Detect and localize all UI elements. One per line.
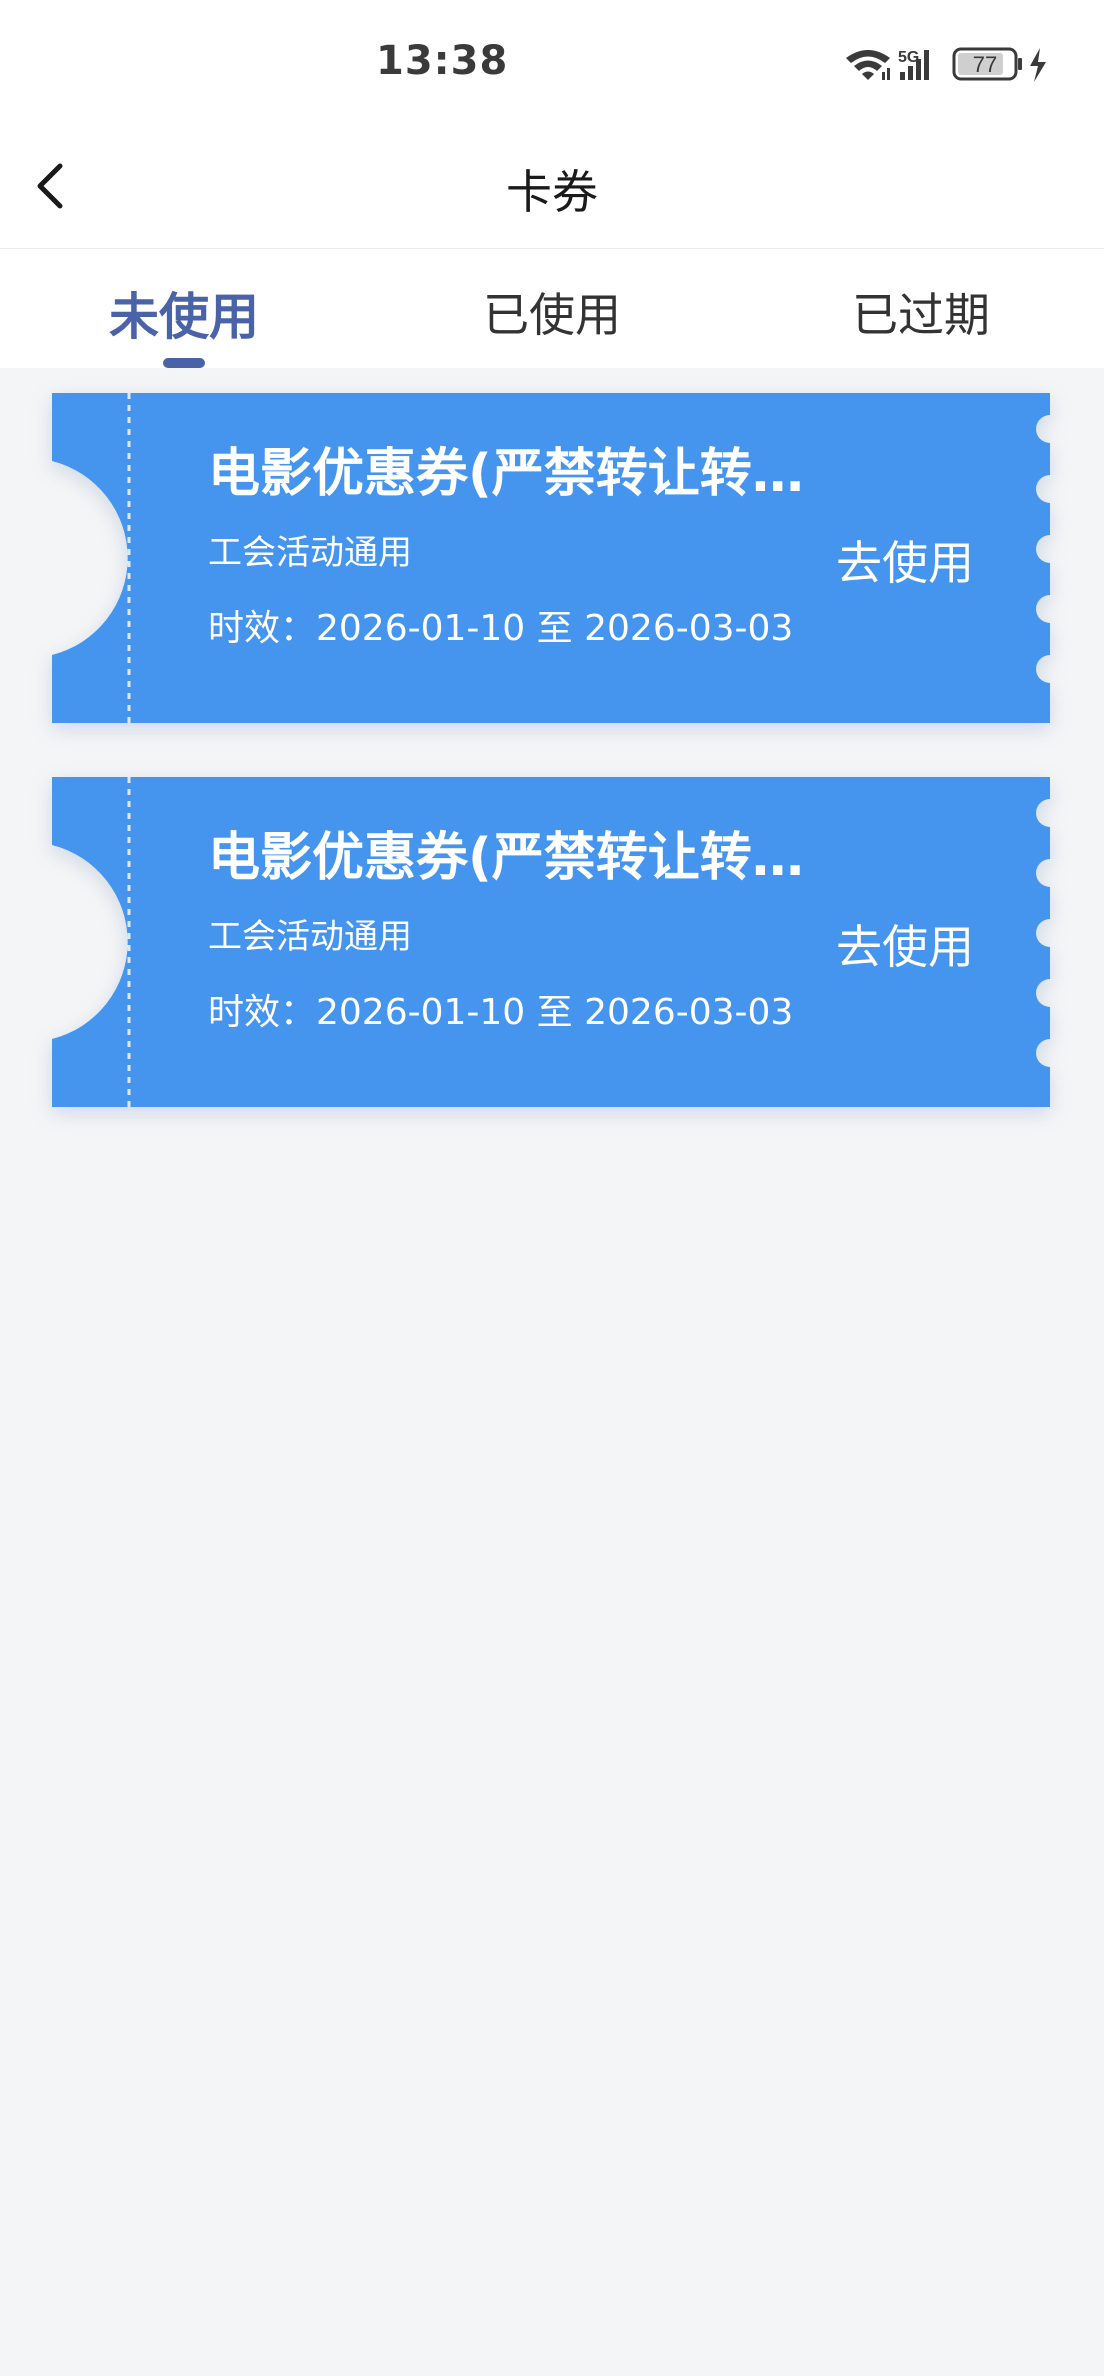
coupon-card[interactable]: 电影优惠券(严禁转让转… 工会活动通用 时效：2026-01-10 至 2026… xyxy=(52,393,1050,723)
coupon-validity: 时效：2026-01-10 至 2026-03-03 xyxy=(208,992,794,1033)
tab-bar: 未使用 已使用 已过期 xyxy=(0,249,1104,368)
wifi-icon xyxy=(846,50,890,80)
status-time: 13:38 xyxy=(376,38,509,84)
tab-expired[interactable]: 已过期 xyxy=(852,279,990,345)
coupon-title: 电影优惠券(严禁转让转… xyxy=(208,828,804,888)
coupon-title: 电影优惠券(严禁转让转… xyxy=(208,444,804,504)
use-coupon-button[interactable]: 去使用 xyxy=(836,527,974,593)
tab-unused[interactable]: 未使用 xyxy=(109,277,259,349)
page-title: 卡券 xyxy=(506,165,598,219)
use-coupon-button[interactable]: 去使用 xyxy=(836,911,974,977)
coupon-card[interactable]: 电影优惠券(严禁转让转… 工会活动通用 时效：2026-01-10 至 2026… xyxy=(52,777,1050,1107)
tab-active-indicator xyxy=(163,358,205,368)
coupon-subtitle: 工会活动通用 xyxy=(208,917,412,957)
coupon-subtitle: 工会活动通用 xyxy=(208,533,412,573)
battery-level: 77 xyxy=(973,52,997,77)
battery-icon: 77 xyxy=(952,47,1022,81)
nav-bar: 卡券 xyxy=(0,124,1104,249)
charging-icon xyxy=(1030,48,1046,82)
status-bar: 13:38 5G 77 xyxy=(0,0,1104,124)
tab-used[interactable]: 已使用 xyxy=(483,279,621,345)
coupon-validity: 时效：2026-01-10 至 2026-03-03 xyxy=(208,608,794,649)
status-icons: 5G 77 xyxy=(844,44,1064,84)
